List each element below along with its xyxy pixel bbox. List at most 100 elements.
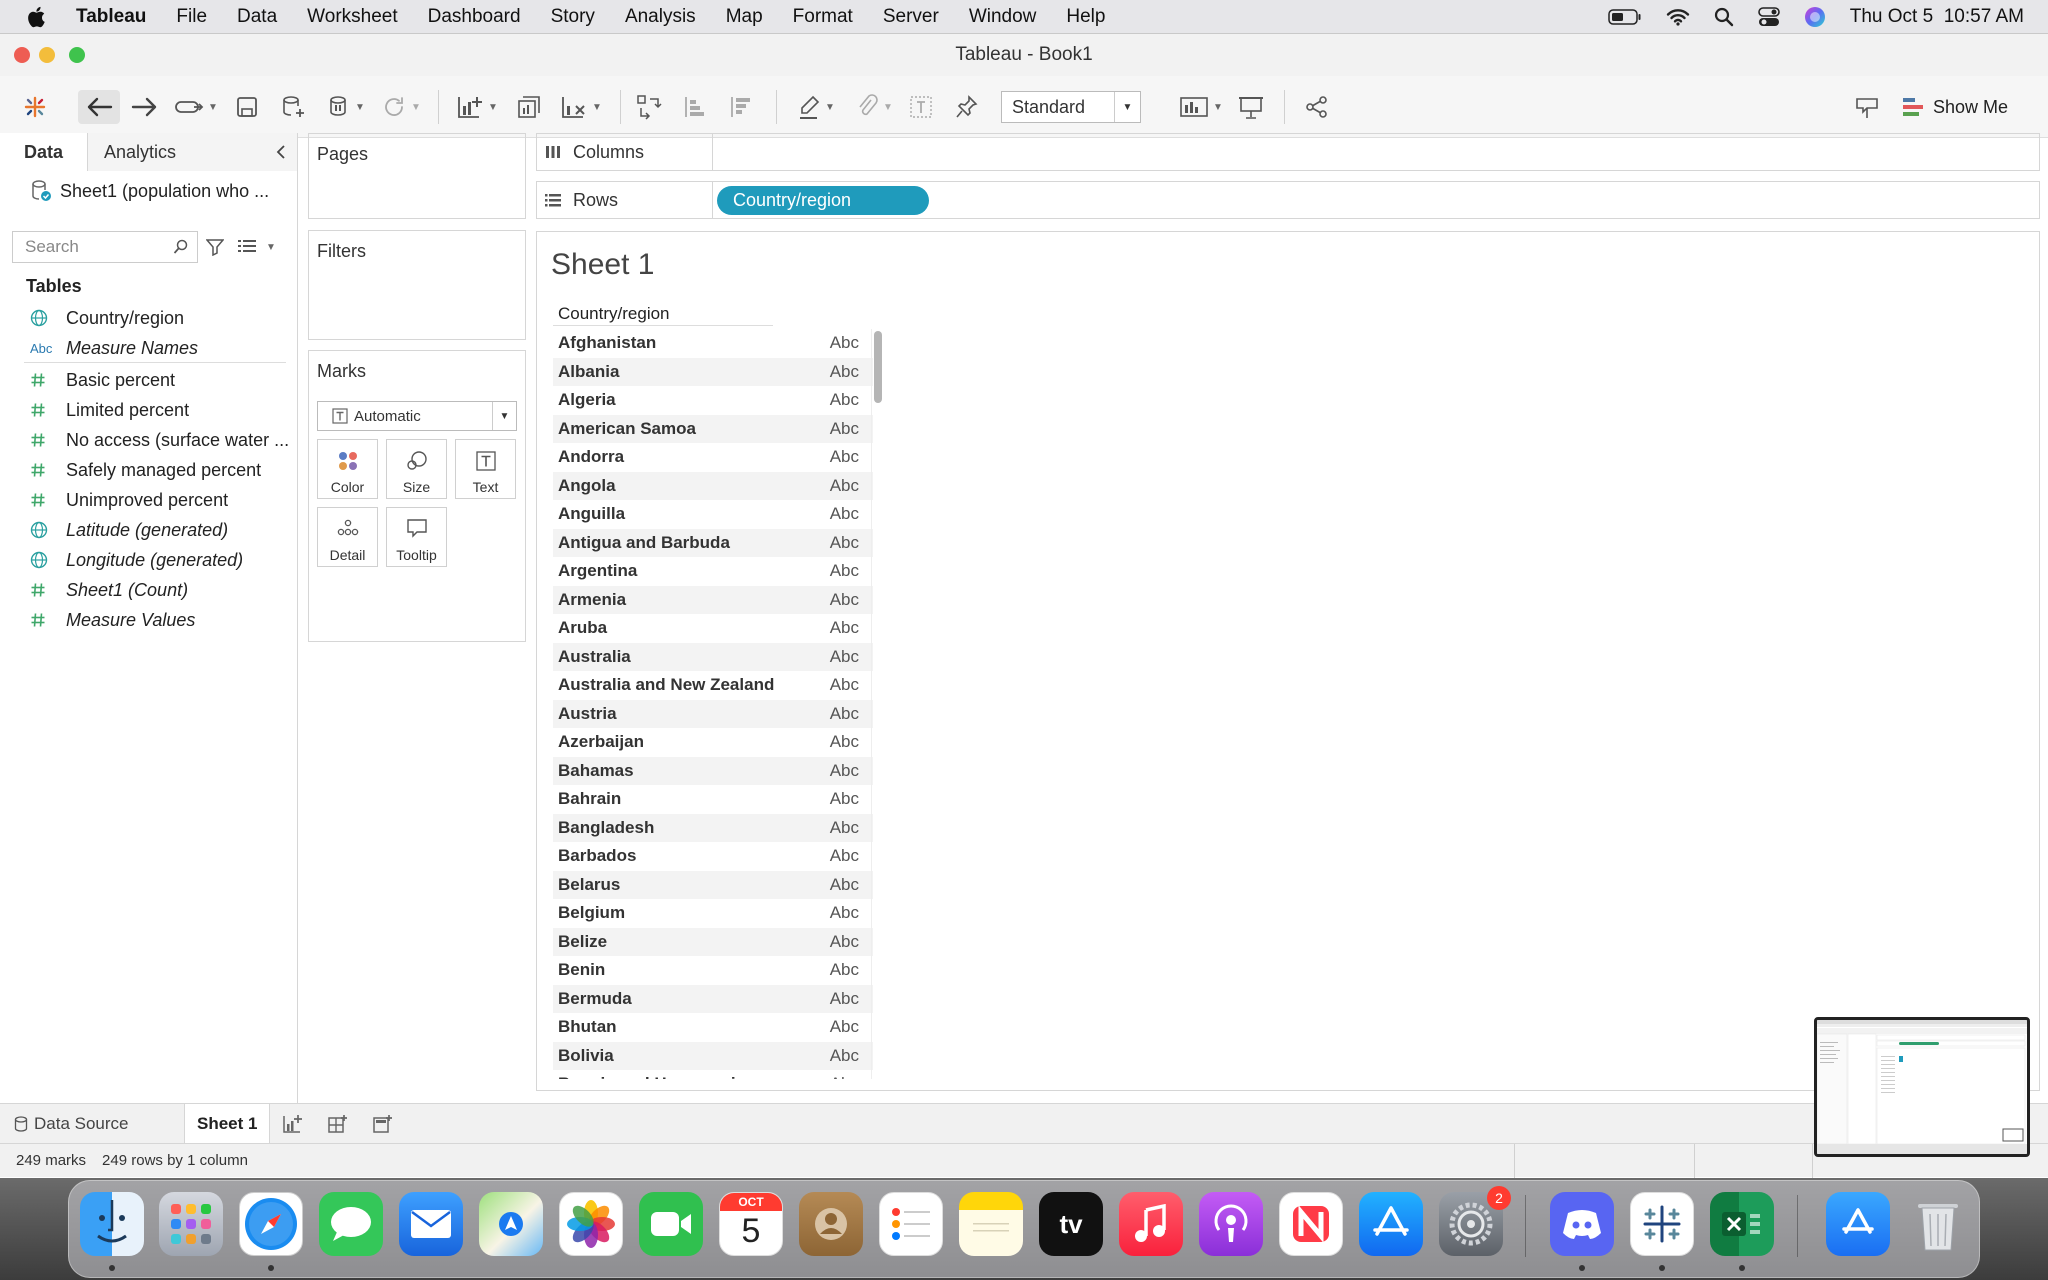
field-item[interactable]: Latitude (generated) <box>0 515 290 545</box>
text-mark[interactable]: Abc <box>830 989 873 1009</box>
menu-file[interactable]: File <box>161 6 222 28</box>
pause-data-updates-icon[interactable]: ▼ <box>322 90 370 124</box>
siri-icon[interactable] <box>1804 6 1826 28</box>
system-settings-icon[interactable]: 2 <box>1439 1186 1511 1256</box>
text-mark[interactable]: Abc <box>830 846 873 866</box>
search-input[interactable]: Search <box>12 231 198 263</box>
text-mark[interactable]: Abc <box>830 504 873 524</box>
row-header-country[interactable]: Australia <box>553 647 830 667</box>
row-header-country[interactable]: American Samoa <box>553 419 830 439</box>
scrollbar-thumb[interactable] <box>874 331 882 403</box>
menu-dashboard[interactable]: Dashboard <box>413 6 536 28</box>
text-mark[interactable]: Abc <box>830 818 873 838</box>
close-window-button[interactable] <box>14 47 30 63</box>
photos-icon[interactable] <box>559 1192 623 1256</box>
trash-icon[interactable] <box>1906 1192 1970 1256</box>
launchpad-icon[interactable] <box>159 1192 223 1256</box>
row-header-country[interactable]: Austria <box>553 704 830 724</box>
row-header-country[interactable]: Australia and New Zealand <box>553 675 830 695</box>
vertical-scrollbar[interactable] <box>871 329 883 1079</box>
duplicate-sheet-icon[interactable] <box>514 90 544 124</box>
table-row[interactable]: Belgium Abc <box>553 899 873 928</box>
maps-icon[interactable] <box>479 1192 543 1256</box>
field-item[interactable]: Country/region <box>0 303 290 333</box>
row-header-country[interactable]: Belize <box>553 932 830 952</box>
zoom-window-button[interactable] <box>69 47 85 63</box>
field-item[interactable]: Basic percent <box>0 365 290 395</box>
finder-icon[interactable] <box>80 1192 144 1256</box>
show-mark-labels-icon[interactable] <box>906 90 936 124</box>
row-header-country[interactable]: Benin <box>553 960 830 980</box>
apple-tv-icon[interactable]: tv <box>1039 1192 1103 1256</box>
row-header-country[interactable]: Aruba <box>553 618 830 638</box>
field-item[interactable]: Longitude (generated) <box>0 545 290 575</box>
tableau-logo-icon[interactable] <box>18 90 52 124</box>
table-row[interactable]: Benin Abc <box>553 956 873 985</box>
table-row[interactable]: Bangladesh Abc <box>553 813 873 842</box>
undo-back-icon[interactable] <box>78 90 120 124</box>
facetime-icon[interactable] <box>639 1192 703 1256</box>
text-mark[interactable]: Abc <box>830 647 873 667</box>
row-header-country[interactable]: Andorra <box>553 447 830 467</box>
menu-format[interactable]: Format <box>778 6 868 28</box>
pin-axes-icon[interactable] <box>952 90 982 124</box>
messages-icon[interactable] <box>319 1192 383 1256</box>
menu-help[interactable]: Help <box>1051 6 1120 28</box>
row-header-country[interactable]: Bahamas <box>553 761 830 781</box>
menu-story[interactable]: Story <box>536 6 610 28</box>
swap-rows-columns-icon[interactable] <box>634 90 664 124</box>
data-source-tab[interactable]: Data Source <box>0 1104 184 1144</box>
table-row[interactable]: American Samoa Abc <box>553 414 873 443</box>
new-dashboard-tab-icon[interactable] <box>315 1104 360 1144</box>
size-button[interactable]: Size <box>386 439 447 499</box>
table-row[interactable]: Albania Abc <box>553 357 873 386</box>
sheet-title[interactable]: Sheet 1 <box>551 248 654 282</box>
rows-shelf[interactable]: Rows Country/region <box>536 181 2040 219</box>
row-header-country[interactable]: Argentina <box>553 561 830 581</box>
pages-shelf[interactable]: Pages <box>308 133 526 219</box>
row-header-country[interactable]: Barbados <box>553 846 830 866</box>
text-mark[interactable]: Abc <box>830 533 873 553</box>
collapse-pane-icon[interactable] <box>275 143 287 161</box>
battery-icon[interactable] <box>1607 8 1642 25</box>
new-story-tab-icon[interactable] <box>360 1104 405 1144</box>
table-row[interactable]: Andorra Abc <box>553 443 873 472</box>
calendar-icon[interactable]: OCT 5 <box>719 1192 783 1256</box>
menu-app-name[interactable]: Tableau <box>76 6 161 28</box>
control-center-icon[interactable] <box>1757 6 1780 27</box>
row-header-country[interactable]: Belgium <box>553 903 830 923</box>
highlight-icon[interactable]: ▼ <box>792 90 840 124</box>
table-row[interactable]: Bahrain Abc <box>553 785 873 814</box>
app-store-icon[interactable] <box>1359 1192 1423 1256</box>
text-mark[interactable]: Abc <box>830 618 873 638</box>
menu-server[interactable]: Server <box>868 6 954 28</box>
text-mark[interactable]: Abc <box>830 362 873 382</box>
row-header-country[interactable]: Bermuda <box>553 989 830 1009</box>
text-mark[interactable]: Abc <box>830 1074 873 1079</box>
table-row[interactable]: Bahamas Abc <box>553 756 873 785</box>
tooltip-button[interactable]: Tooltip <box>386 507 447 567</box>
tab-data[interactable]: Data <box>0 133 89 171</box>
table-row[interactable]: Algeria Abc <box>553 386 873 415</box>
replay-animation-icon[interactable]: ▼ <box>172 90 220 124</box>
text-mark[interactable]: Abc <box>830 761 873 781</box>
table-row[interactable]: Australia and New Zealand Abc <box>553 671 873 700</box>
field-item[interactable]: Unimproved percent <box>0 485 290 515</box>
table-row[interactable]: Australia Abc <box>553 642 873 671</box>
safari-icon[interactable] <box>239 1192 303 1256</box>
menubar-clock[interactable]: Thu Oct 5 10:57 AM <box>1850 6 2024 28</box>
text-mark[interactable]: Abc <box>830 561 873 581</box>
sort-descending-icon[interactable] <box>726 90 756 124</box>
minimize-window-button[interactable] <box>39 47 55 63</box>
menu-window[interactable]: Window <box>954 6 1052 28</box>
table-row[interactable]: Bermuda Abc <box>553 984 873 1013</box>
text-mark[interactable]: Abc <box>830 447 873 467</box>
tab-analytics[interactable]: Analytics <box>88 133 297 171</box>
text-mark[interactable]: Abc <box>830 932 873 952</box>
field-item[interactable]: No access (surface water ... <box>0 425 290 455</box>
text-mark[interactable]: Abc <box>830 333 873 353</box>
color-button[interactable]: Color <box>317 439 378 499</box>
table-row[interactable]: Angola Abc <box>553 471 873 500</box>
row-header-country[interactable]: Bahrain <box>553 789 830 809</box>
applications-folder-icon[interactable] <box>1826 1192 1890 1256</box>
